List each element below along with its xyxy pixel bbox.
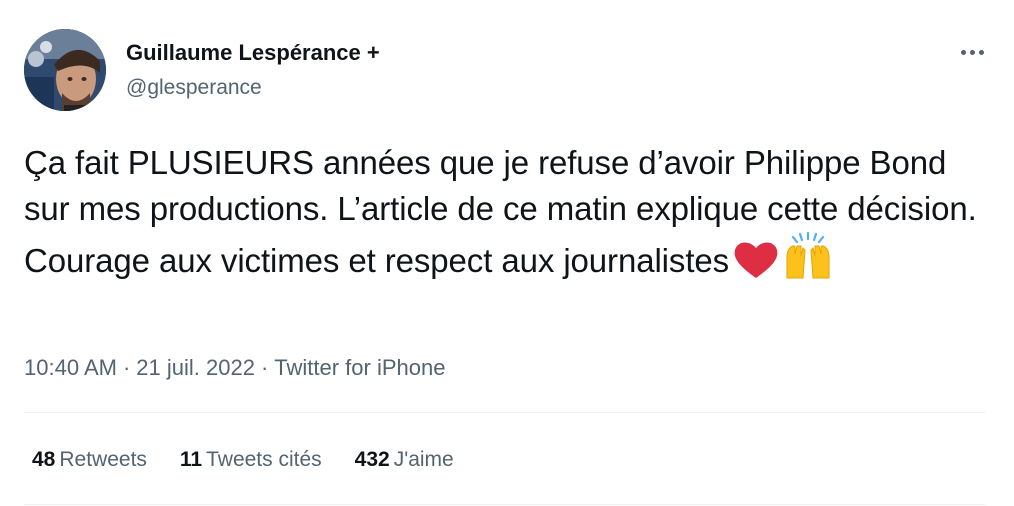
red-heart-icon <box>733 240 779 292</box>
quote-tweets-stat[interactable]: 11 Tweets cités <box>180 444 322 476</box>
quote-tweets-count: 11 <box>179 448 203 471</box>
avatar-photo <box>24 29 106 111</box>
display-name[interactable]: Guillaume Lespérance + <box>126 38 380 68</box>
tweet-meta: 10:40 AM · 21 juil. 2022 · Twitter for iPhon… <box>24 352 445 384</box>
avatar[interactable] <box>24 29 106 111</box>
tweet-time[interactable]: 10:40 AM <box>24 355 117 380</box>
retweets-stat[interactable]: 48 Retweets <box>32 444 147 476</box>
more-horizontal-icon <box>960 49 966 55</box>
tweet-source[interactable]: Twitter for iPhone <box>274 355 445 380</box>
divider <box>24 412 986 413</box>
likes-count: 432 <box>354 448 390 471</box>
tweet-stats: 48 Retweets 11 Tweets cités 432 J'aime <box>32 444 454 476</box>
more-horizontal-icon-dot <box>978 49 984 55</box>
tweet-card: Guillaume Lespérance + @glesperance Ça f… <box>0 0 1014 506</box>
retweets-count: 48 <box>32 448 56 471</box>
likes-label: J'aime <box>393 448 454 471</box>
retweets-label: Retweets <box>59 448 147 471</box>
divider <box>24 504 986 505</box>
tweet-text: Ça fait PLUSIEURS années que je refuse d… <box>24 144 977 279</box>
tweet-date[interactable]: 21 juil. 2022 <box>136 355 255 380</box>
handle[interactable]: @glesperance <box>126 73 262 103</box>
tweet-body: Ça fait PLUSIEURS années que je refuse d… <box>24 140 984 292</box>
more-horizontal-icon-dot <box>969 49 975 55</box>
meta-separator: · <box>122 355 131 380</box>
quote-tweets-label: Tweets cités <box>206 448 322 471</box>
raising-hands-icon <box>783 231 833 292</box>
more-options-button[interactable] <box>952 36 992 68</box>
likes-stat[interactable]: 432 J'aime <box>355 444 454 476</box>
meta-separator: · <box>260 355 269 380</box>
